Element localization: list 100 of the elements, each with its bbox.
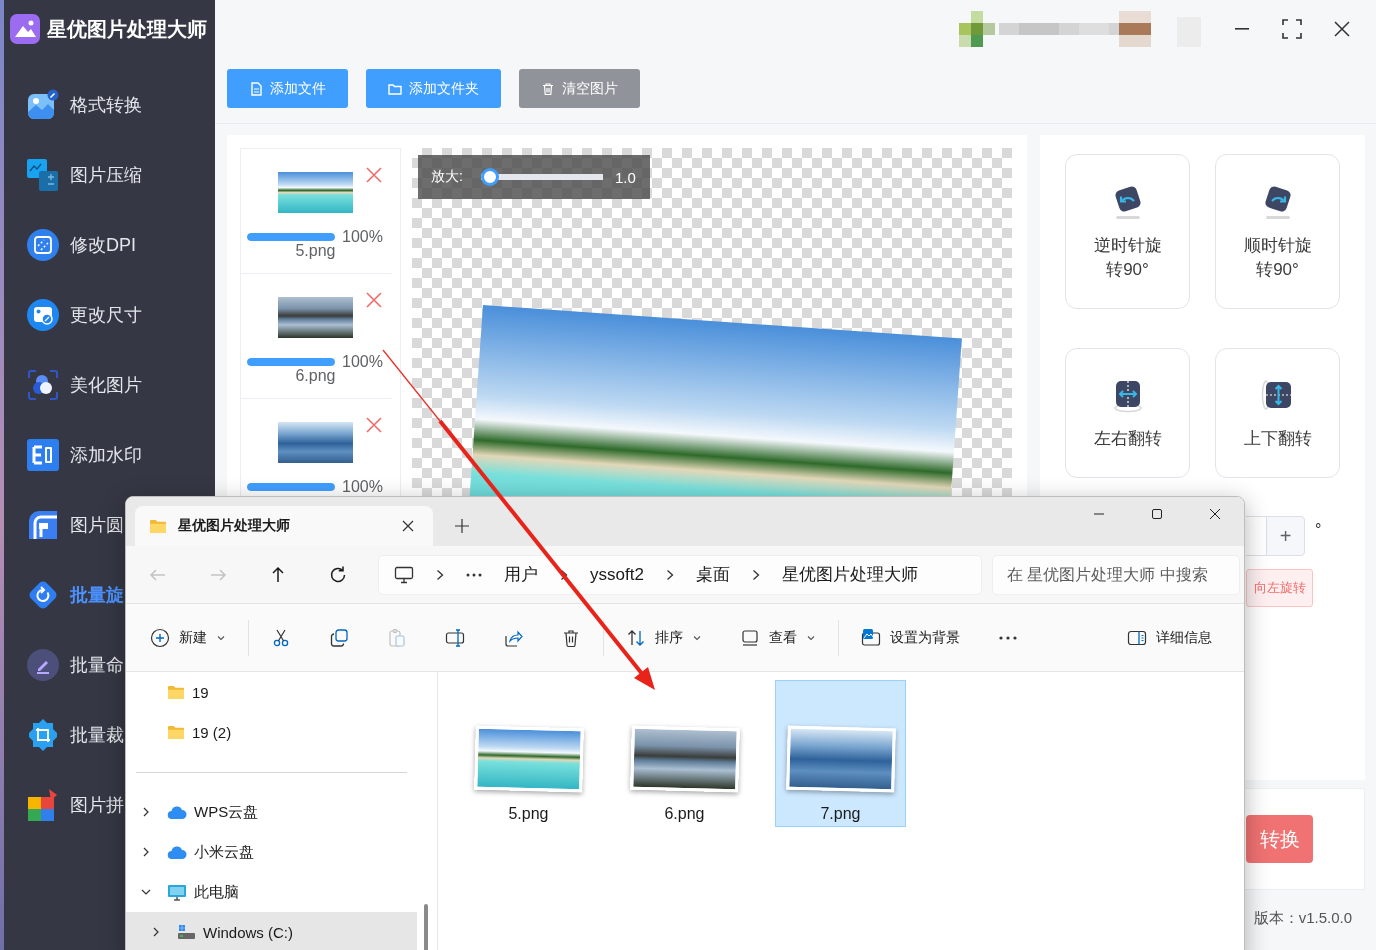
increment-button[interactable]: +	[1266, 516, 1305, 556]
file-item[interactable]: 7.png	[775, 680, 906, 827]
breadcrumb-link[interactable]: yssoft2	[590, 564, 644, 585]
explorer-tab[interactable]: 星优图片处理大师	[135, 506, 433, 546]
sidebar-item[interactable]: 更改尺寸	[4, 280, 142, 350]
minimize-icon	[1235, 28, 1249, 30]
picture-icon	[27, 89, 59, 121]
copy-icon	[329, 627, 349, 648]
nav-item[interactable]: 此电脑	[126, 872, 417, 912]
sidebar-item[interactable]: 美化图片	[4, 350, 142, 420]
nav-item[interactable]: 小米云盘	[126, 832, 417, 872]
zoom-label: 放大:	[431, 168, 463, 186]
zoom-slider[interactable]	[480, 168, 603, 186]
more-icon	[999, 635, 1017, 640]
sidebar-item[interactable]: 图片拼	[4, 770, 124, 840]
trash-icon	[561, 627, 581, 648]
maximize-icon	[1151, 508, 1163, 520]
text-box-icon	[445, 627, 465, 648]
file-item[interactable]: 6.png	[619, 680, 750, 827]
details-button[interactable]: 详细信息	[1117, 619, 1222, 656]
flip-vertical-button[interactable]: 上下翻转	[1215, 348, 1340, 478]
display-icon	[740, 627, 760, 648]
plus-circle-icon	[150, 627, 170, 648]
folder-icon	[148, 518, 168, 534]
cloud-icon	[167, 804, 187, 820]
trash-icon	[541, 81, 555, 96]
view-button[interactable]: 查看	[730, 619, 826, 656]
file-item[interactable]: 5.png	[463, 680, 594, 827]
sort-button[interactable]: 排序	[616, 619, 712, 656]
sidebar-item[interactable]: 批量裁	[4, 700, 124, 770]
set-background-button[interactable]: 设置为背景	[851, 619, 970, 656]
chevron-right-icon[interactable]	[153, 927, 159, 937]
progress-percent: 100%	[342, 354, 383, 369]
file-list-item[interactable]: 100% 5.png	[241, 149, 392, 274]
picture-icon	[861, 627, 881, 648]
sidebar-item[interactable]: 添加水印	[4, 420, 142, 490]
computer-icon	[167, 883, 187, 901]
overlapping-squares-icon	[27, 159, 59, 191]
chevron-right-icon[interactable]	[560, 568, 568, 581]
crop-icon	[27, 719, 59, 751]
new-button[interactable]: 新建	[140, 619, 236, 656]
degree-label: °	[1315, 522, 1322, 538]
rounded-corner-icon	[27, 509, 59, 541]
chevron-right-icon[interactable]	[436, 568, 444, 581]
file-list-item[interactable]: 100%	[241, 399, 392, 494]
number-field[interactable]	[1246, 516, 1266, 556]
rotate-ccw-button[interactable]: 逆时针旋转90°	[1065, 154, 1190, 309]
chevron-right-icon[interactable]	[665, 568, 674, 581]
close-icon	[1334, 21, 1350, 37]
zoom-value: 1.0	[614, 168, 636, 186]
progress-percent: 100%	[342, 479, 383, 494]
rotate-cw-button[interactable]: 顺时针旋转90°	[1215, 154, 1340, 309]
puzzle-icon	[27, 789, 59, 821]
folder-icon	[167, 684, 185, 700]
circles-frame-icon	[27, 369, 59, 401]
address-bar[interactable]: 用户 yssoft2 桌面 星优图片处理大师	[378, 554, 982, 595]
breadcrumb-link[interactable]: 用户	[504, 563, 538, 586]
sidebar-item[interactable]: 图片压缩	[4, 140, 142, 210]
close-icon	[1209, 508, 1221, 520]
pen-icon	[27, 649, 59, 681]
drive-icon	[177, 924, 196, 940]
more-icon[interactable]	[466, 572, 482, 577]
app-logo-icon	[10, 14, 40, 44]
fullscreen-icon	[1282, 19, 1302, 39]
sidebar-item[interactable]: 图片圆	[4, 490, 124, 560]
slider-thumb[interactable]	[480, 168, 499, 186]
picture-badge-icon	[27, 299, 59, 331]
sidebar-item[interactable]: 修改DPI	[4, 210, 136, 280]
progress-percent: 100%	[342, 229, 383, 244]
flip-horizontal-button[interactable]: 左右翻转	[1065, 348, 1190, 478]
file-name: 6.png	[295, 367, 336, 384]
breadcrumb-link[interactable]: 星优图片处理大师	[781, 563, 918, 586]
chevron-right-icon[interactable]	[143, 847, 149, 857]
breadcrumb-link[interactable]: 桌面	[695, 563, 730, 586]
plus-icon[interactable]	[455, 519, 469, 533]
scissors-icon	[271, 627, 291, 648]
file-name: 5.png	[295, 242, 336, 259]
tile-icon	[27, 439, 59, 471]
scrollbar-thumb[interactable]	[424, 904, 428, 950]
close-icon[interactable]	[402, 520, 414, 532]
file-list-item[interactable]: 100% 6.png	[241, 274, 392, 399]
search-field[interactable]: 在 星优图片处理大师 中搜索	[992, 554, 1240, 595]
app-title: 星优图片处理大师	[47, 16, 207, 42]
cloud-icon	[167, 844, 187, 860]
folder-icon	[388, 81, 402, 96]
chevron-down-icon[interactable]	[141, 889, 151, 895]
nav-item[interactable]: WPS云盘	[126, 792, 417, 832]
sidebar-item[interactable]: 批量旋	[4, 560, 124, 630]
folder-icon	[167, 724, 185, 740]
nav-item[interactable]: 19 (2)	[126, 712, 417, 752]
share-icon	[503, 627, 523, 648]
document-icon	[249, 81, 263, 96]
chevron-right-icon[interactable]	[143, 807, 149, 817]
computer-icon	[394, 565, 414, 584]
nav-item[interactable]: 19	[126, 672, 417, 712]
chevron-right-icon[interactable]	[751, 568, 760, 581]
sidebar-item[interactable]: 格式转换	[4, 70, 142, 140]
nav-item[interactable]: Windows (C:)	[126, 912, 417, 950]
sidebar-item[interactable]: 批量命	[4, 630, 124, 700]
clipboard-icon	[387, 627, 407, 648]
